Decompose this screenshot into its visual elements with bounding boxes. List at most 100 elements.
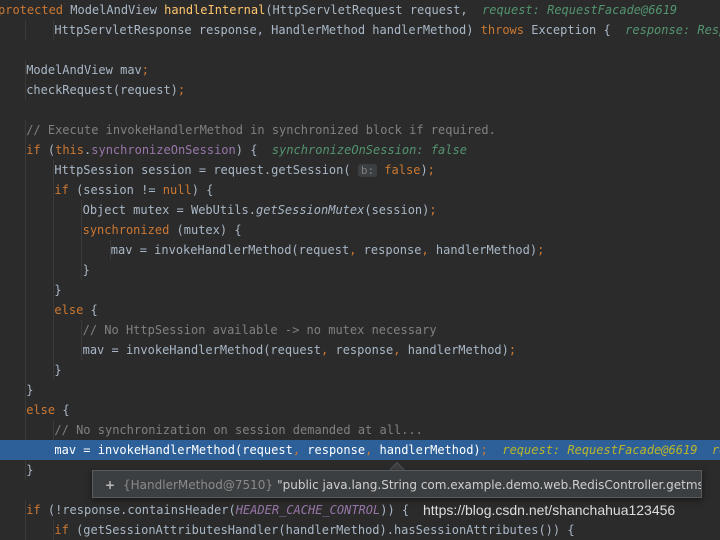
code-text: if (this.synchronizeOnSession) { synchro… — [26, 140, 467, 160]
indent-guide — [25, 340, 26, 360]
code-text: protected ModelAndView handleInternal(Ht… — [0, 0, 677, 20]
code-token: } — [82, 263, 90, 277]
indent-guide — [53, 340, 55, 360]
code-line[interactable]: protected ModelAndView handleInternal(Ht… — [0, 0, 720, 20]
code-token: if — [26, 503, 48, 517]
code-token: if — [54, 183, 77, 197]
code-token: this — [55, 143, 85, 157]
code-token: , — [349, 243, 364, 257]
code-text: if (!response.containsHeader(HEADER_CACH… — [26, 500, 409, 520]
indent-guide — [25, 180, 26, 200]
code-line[interactable] — [0, 40, 720, 60]
debug-value-hint: response: ResponseFacade@6620 — [625, 23, 720, 37]
debug-value-hint: synchronizeOnSession: false — [271, 143, 467, 157]
code-token: Exception { — [531, 23, 626, 37]
code-token: ; — [177, 83, 186, 97]
code-token: , — [292, 443, 308, 457]
code-token: { — [90, 303, 98, 317]
indent-guide — [53, 220, 55, 240]
indent-guide — [81, 240, 83, 260]
indent-guide — [25, 360, 26, 380]
indent-guide — [25, 420, 26, 440]
code-token: null — [162, 183, 192, 197]
code-token: HttpSession session = request.getSession… — [54, 163, 358, 177]
indent-guide — [25, 260, 26, 280]
code-text: else { — [26, 400, 69, 420]
code-line[interactable]: // No HttpSession available -> no mutex … — [0, 320, 720, 340]
code-text: // No synchronization on session demande… — [54, 420, 422, 440]
code-text: else { — [54, 300, 97, 320]
code-token: // No synchronization on session demande… — [54, 423, 423, 437]
code-line[interactable]: if (session != null) { — [0, 180, 720, 200]
code-token: throws — [480, 23, 532, 37]
code-token: if — [54, 523, 77, 537]
code-line[interactable]: if (getSessionAttributesHandler(handlerM… — [0, 520, 720, 540]
code-line[interactable]: mav = invokeHandlerMethod(request, respo… — [0, 240, 720, 260]
code-line[interactable]: // No synchronization on session demande… — [0, 420, 720, 440]
code-token: (!response.containsHeader( — [47, 503, 236, 517]
code-text: } — [83, 260, 90, 280]
code-line[interactable]: ModelAndView mav; — [0, 60, 720, 80]
code-line[interactable]: synchronized (mutex) { — [0, 220, 720, 240]
expand-icon[interactable]: + — [103, 471, 117, 497]
debug-value-hint: request: RequestFacade@6619 — [482, 3, 678, 17]
code-token: response — [307, 443, 366, 457]
code-text: if (getSessionAttributesHandler(handlerM… — [54, 520, 574, 540]
code-token: response — [335, 343, 394, 357]
code-token: , — [393, 343, 408, 357]
code-line[interactable]: } — [0, 260, 720, 280]
code-text: synchronized (mutex) { — [83, 220, 242, 240]
indent-guide — [25, 200, 26, 220]
code-token: else — [54, 303, 91, 317]
code-line[interactable]: mav = invokeHandlerMethod(request, respo… — [0, 340, 720, 360]
code-token: (session != — [76, 183, 163, 197]
code-text: HttpSession session = request.getSession… — [54, 160, 435, 180]
indent-guide — [25, 20, 26, 40]
code-token: mav = invokeHandlerMethod(request — [82, 343, 322, 357]
indent-guide — [25, 160, 26, 180]
code-text: Object mutex = WebUtils.getSessionMutex(… — [83, 200, 437, 220]
code-line[interactable]: } — [0, 360, 720, 380]
code-token: HttpServletResponse response, HandlerMet… — [54, 23, 481, 37]
code-token: false — [377, 163, 421, 177]
current-execution-line[interactable]: mav = invokeHandlerMethod(request, respo… — [0, 440, 720, 460]
code-line[interactable]: } — [0, 280, 720, 300]
code-token: ) { — [191, 183, 214, 197]
code-line[interactable]: // Execute invokeHandlerMethod in synchr… — [0, 120, 720, 140]
debugger-value-tooltip[interactable]: + {HandlerMethod@7510} "public java.lang.S… — [92, 470, 702, 498]
code-text: checkRequest(request); — [26, 80, 185, 100]
code-text: } — [54, 280, 61, 300]
code-token: )) { — [380, 503, 410, 517]
watermark: https://blog.csdn.net/shanchahua123456 — [423, 502, 676, 518]
code-token: protected — [0, 3, 71, 17]
code-line[interactable]: if (this.synchronizeOnSession) { synchro… — [0, 140, 720, 160]
code-line[interactable]: HttpSession session = request.getSession… — [0, 160, 720, 180]
code-line[interactable]: checkRequest(request); — [0, 80, 720, 100]
code-token: ModelAndView mav — [26, 63, 142, 77]
code-token: ) { — [235, 143, 272, 157]
code-text: mav = invokeHandlerMethod(request, respo… — [83, 340, 517, 360]
code-text: ModelAndView mav; — [26, 60, 149, 80]
code-line[interactable] — [0, 100, 720, 120]
code-line[interactable]: HttpServletResponse response, HandlerMet… — [0, 20, 720, 40]
code-text: mav = invokeHandlerMethod(request, respo… — [54, 440, 720, 460]
code-token: ModelAndView — [70, 3, 165, 17]
code-line[interactable]: else { — [0, 300, 720, 320]
code-token: (mutex) { — [176, 223, 242, 237]
code-token: (getSessionAttributesHandler(handlerMeth… — [76, 523, 575, 537]
indent-guide — [53, 240, 55, 260]
code-text: // No HttpSession available -> no mutex … — [83, 320, 437, 340]
code-token: } — [54, 363, 62, 377]
code-token: getSessionMutex — [255, 203, 365, 217]
code-text: // Execute invokeHandlerMethod in synchr… — [26, 120, 496, 140]
code-line[interactable]: else { — [0, 400, 720, 420]
indent-guide — [25, 300, 26, 320]
code-line[interactable]: } — [0, 380, 720, 400]
code-token: else — [26, 403, 63, 417]
code-text: } — [54, 360, 61, 380]
code-line[interactable]: Object mutex = WebUtils.getSessionMutex(… — [0, 200, 720, 220]
code-token: ; — [508, 343, 517, 357]
code-token: ) — [420, 163, 428, 177]
code-editor[interactable]: protected ModelAndView handleInternal(Ht… — [0, 0, 720, 540]
indent-guide — [25, 520, 26, 540]
